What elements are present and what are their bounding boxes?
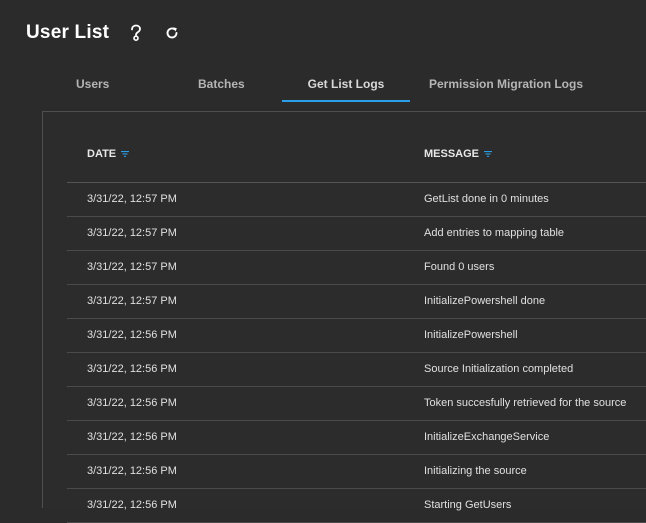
row-date: 3/31/22, 12:56 PM bbox=[87, 329, 177, 341]
page-header: User List bbox=[26, 20, 181, 46]
row-date: 3/31/22, 12:56 PM bbox=[87, 363, 177, 375]
tab-users[interactable]: Users bbox=[76, 70, 109, 100]
tab-get-list-logs[interactable]: Get List Logs bbox=[282, 70, 410, 102]
table-row[interactable]: 3/31/22, 12:56 PM InitializeExchangeServ… bbox=[67, 421, 646, 455]
column-header-message-label: MESSAGE bbox=[424, 148, 480, 160]
row-date: 3/31/22, 12:57 PM bbox=[87, 227, 177, 239]
row-message: Initializing the source bbox=[424, 465, 527, 477]
row-date: 3/31/22, 12:57 PM bbox=[87, 261, 177, 273]
row-date: 3/31/22, 12:57 PM bbox=[87, 193, 177, 205]
row-message: Starting GetUsers bbox=[424, 499, 512, 511]
row-message: InitializePowershell done bbox=[424, 295, 546, 307]
table-row[interactable]: 3/31/22, 12:57 PM Found 0 users bbox=[67, 251, 646, 285]
tab-batches[interactable]: Batches bbox=[198, 70, 245, 100]
table-row[interactable]: 3/31/22, 12:57 PM GetList done in 0 minu… bbox=[67, 183, 646, 217]
table-row[interactable]: 3/31/22, 12:56 PM InitializePowershell bbox=[67, 319, 646, 353]
help-question-icon[interactable] bbox=[127, 24, 145, 42]
table-row[interactable]: 3/31/22, 12:57 PM InitializePowershell d… bbox=[67, 285, 646, 319]
row-message: InitializePowershell bbox=[424, 329, 518, 341]
column-header-message[interactable]: MESSAGE bbox=[424, 148, 493, 160]
row-date: 3/31/22, 12:57 PM bbox=[87, 295, 177, 307]
row-message: GetList done in 0 minutes bbox=[424, 193, 549, 205]
table-row[interactable]: 3/31/22, 12:56 PM Token succesfully retr… bbox=[67, 387, 646, 421]
tab-bar: Users Batches Get List Logs Permission M… bbox=[26, 70, 646, 102]
table-row[interactable]: 3/31/22, 12:57 PM Add entries to mapping… bbox=[67, 217, 646, 251]
row-date: 3/31/22, 12:56 PM bbox=[87, 465, 177, 477]
filter-icon[interactable] bbox=[484, 151, 493, 157]
table-row[interactable]: 3/31/22, 12:56 PM Initializing the sourc… bbox=[67, 455, 646, 489]
column-header-date-label: DATE bbox=[87, 148, 117, 160]
row-message: Add entries to mapping table bbox=[424, 227, 565, 239]
filter-icon[interactable] bbox=[121, 151, 130, 157]
row-message: Source Initialization completed bbox=[424, 363, 574, 375]
table-row[interactable]: 3/31/22, 12:56 PM Source Initialization … bbox=[67, 353, 646, 387]
logs-panel: DATE MESSAGE 3/31/22, 12:57 PM GetList d… bbox=[42, 111, 646, 523]
tab-permission-migration-logs[interactable]: Permission Migration Logs bbox=[429, 70, 583, 100]
refresh-icon[interactable] bbox=[163, 24, 181, 42]
row-message: Found 0 users bbox=[424, 261, 495, 273]
row-message: Token succesfully retrieved for the sour… bbox=[424, 397, 627, 409]
column-header-date[interactable]: DATE bbox=[87, 148, 130, 160]
row-date: 3/31/22, 12:56 PM bbox=[87, 499, 177, 511]
row-date: 3/31/22, 12:56 PM bbox=[87, 397, 177, 409]
table-row[interactable]: 3/31/22, 12:56 PM Starting GetUsers bbox=[67, 489, 646, 523]
logs-table: DATE MESSAGE 3/31/22, 12:57 PM GetList d… bbox=[67, 140, 646, 523]
row-date: 3/31/22, 12:56 PM bbox=[87, 431, 177, 443]
row-message: InitializeExchangeService bbox=[424, 431, 550, 443]
table-header: DATE MESSAGE bbox=[67, 140, 646, 183]
page-title: User List bbox=[26, 22, 110, 43]
